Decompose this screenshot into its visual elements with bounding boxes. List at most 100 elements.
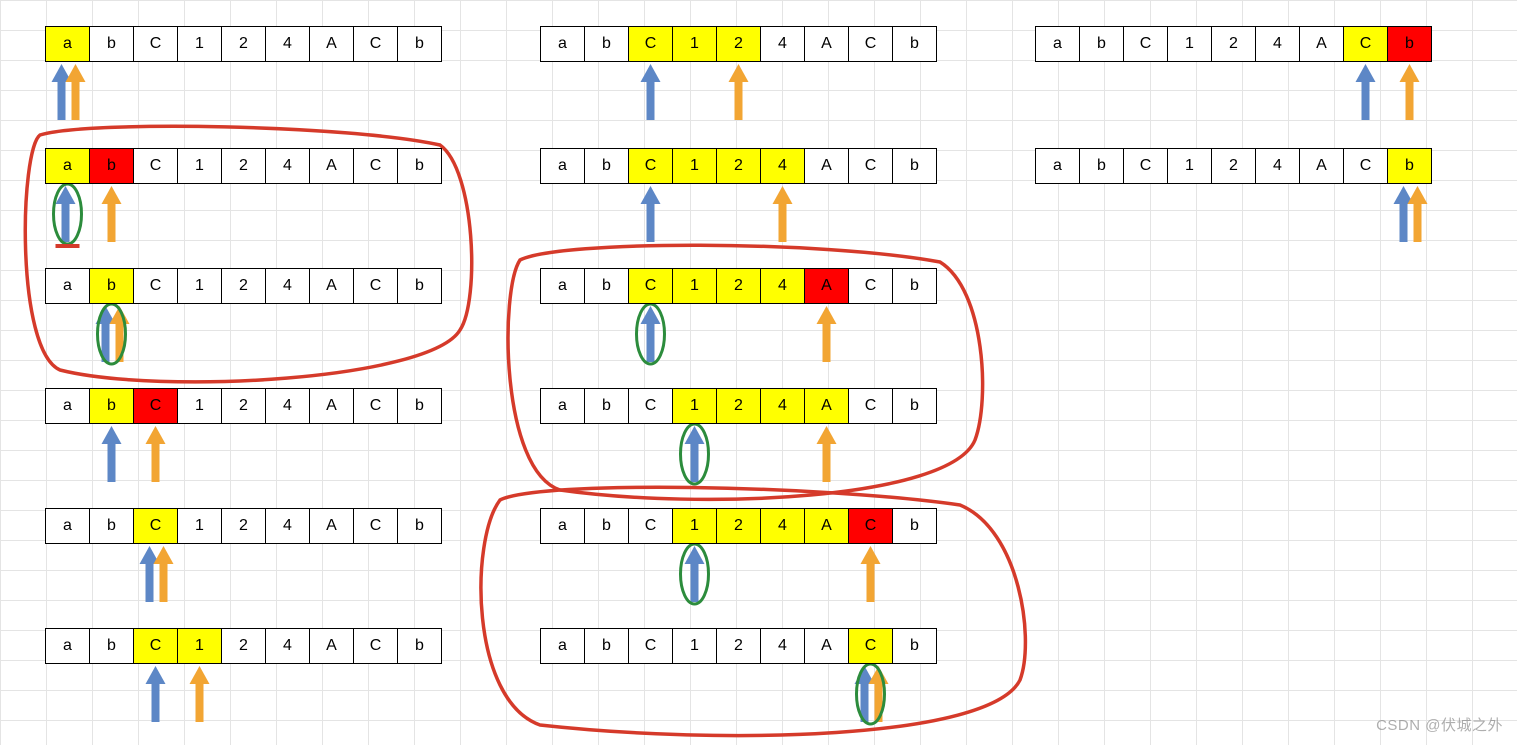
cell: b bbox=[892, 628, 937, 664]
green-circle-annotation bbox=[681, 424, 709, 484]
cell: 1 bbox=[672, 26, 717, 62]
blue-pointer-arrow bbox=[641, 186, 661, 242]
cell: 4 bbox=[265, 628, 310, 664]
cell: 1 bbox=[672, 388, 717, 424]
cell: b bbox=[89, 148, 134, 184]
cell: 4 bbox=[265, 26, 310, 62]
cell: C bbox=[133, 26, 178, 62]
cell: C bbox=[133, 388, 178, 424]
row-L0: abC124ACb bbox=[45, 26, 442, 62]
cell: b bbox=[584, 508, 629, 544]
row-L3: abC124ACb bbox=[45, 388, 442, 424]
row-M2: abC124ACb bbox=[540, 268, 937, 304]
green-circle-annotation bbox=[857, 664, 885, 724]
cell: 1 bbox=[177, 268, 222, 304]
cell: b bbox=[584, 268, 629, 304]
cell: a bbox=[1035, 26, 1080, 62]
row-M0: abC124ACb bbox=[540, 26, 937, 62]
cell: b bbox=[89, 388, 134, 424]
cell: a bbox=[540, 26, 585, 62]
cell: A bbox=[309, 628, 354, 664]
cell: 2 bbox=[221, 148, 266, 184]
cell: C bbox=[848, 388, 893, 424]
blue-pointer-arrow bbox=[685, 426, 705, 482]
cell: C bbox=[353, 508, 398, 544]
row-L1: abC124ACb bbox=[45, 148, 442, 184]
row-M4: abC124ACb bbox=[540, 508, 937, 544]
cell: b bbox=[397, 628, 442, 664]
cell: 2 bbox=[716, 628, 761, 664]
cell: b bbox=[89, 26, 134, 62]
blue-pointer-arrow bbox=[52, 64, 72, 120]
cell: 4 bbox=[1255, 26, 1300, 62]
cell: a bbox=[540, 148, 585, 184]
cell: C bbox=[628, 628, 673, 664]
cell: b bbox=[397, 388, 442, 424]
cell: b bbox=[397, 26, 442, 62]
cell: C bbox=[353, 628, 398, 664]
cell: a bbox=[45, 26, 90, 62]
cell: C bbox=[353, 268, 398, 304]
cell: 1 bbox=[177, 508, 222, 544]
cell: b bbox=[1387, 26, 1432, 62]
cell: 4 bbox=[265, 148, 310, 184]
cell: A bbox=[804, 26, 849, 62]
cell: b bbox=[1079, 148, 1124, 184]
cell: A bbox=[804, 508, 849, 544]
cell: A bbox=[309, 26, 354, 62]
cell: A bbox=[309, 148, 354, 184]
orange-pointer-arrow bbox=[1408, 186, 1428, 242]
cell: 2 bbox=[221, 508, 266, 544]
cell: 4 bbox=[760, 508, 805, 544]
cell: b bbox=[584, 388, 629, 424]
cell: 4 bbox=[760, 148, 805, 184]
cell: 1 bbox=[672, 148, 717, 184]
cell: b bbox=[397, 508, 442, 544]
orange-pointer-arrow bbox=[110, 306, 130, 362]
cell: C bbox=[628, 388, 673, 424]
cell: 2 bbox=[716, 148, 761, 184]
cell: b bbox=[892, 268, 937, 304]
orange-pointer-arrow bbox=[817, 426, 837, 482]
blue-pointer-arrow bbox=[1394, 186, 1414, 242]
cell: C bbox=[353, 148, 398, 184]
cell: 1 bbox=[672, 628, 717, 664]
cell: C bbox=[133, 508, 178, 544]
orange-pointer-arrow bbox=[773, 186, 793, 242]
cell: A bbox=[804, 268, 849, 304]
cell: 4 bbox=[1255, 148, 1300, 184]
cell: a bbox=[45, 388, 90, 424]
orange-pointer-arrow bbox=[66, 64, 86, 120]
orange-pointer-arrow bbox=[154, 546, 174, 602]
cell: 4 bbox=[760, 388, 805, 424]
cell: C bbox=[1343, 148, 1388, 184]
cell: 2 bbox=[716, 26, 761, 62]
cell: b bbox=[584, 628, 629, 664]
cell: C bbox=[848, 628, 893, 664]
green-circle-annotation bbox=[637, 304, 665, 364]
blue-pointer-arrow bbox=[56, 186, 76, 242]
cell: b bbox=[892, 508, 937, 544]
cell: 2 bbox=[1211, 26, 1256, 62]
cell: C bbox=[628, 26, 673, 62]
orange-pointer-arrow bbox=[146, 426, 166, 482]
cell: 1 bbox=[177, 148, 222, 184]
cell: 4 bbox=[265, 388, 310, 424]
cell: 4 bbox=[265, 268, 310, 304]
cell: A bbox=[309, 388, 354, 424]
orange-pointer-arrow bbox=[817, 306, 837, 362]
cell: C bbox=[848, 148, 893, 184]
diagram-stage: CSDN @伏城之外 abC124ACbabC124ACbabC124ACbab… bbox=[0, 0, 1517, 745]
cell: 2 bbox=[221, 268, 266, 304]
blue-pointer-arrow bbox=[855, 666, 875, 722]
cell: a bbox=[1035, 148, 1080, 184]
row-L4: abC124ACb bbox=[45, 508, 442, 544]
cell: b bbox=[89, 508, 134, 544]
blue-pointer-arrow bbox=[1356, 64, 1376, 120]
cell: 2 bbox=[221, 388, 266, 424]
cell: C bbox=[628, 268, 673, 304]
cell: 2 bbox=[221, 628, 266, 664]
cell: b bbox=[892, 388, 937, 424]
cell: C bbox=[133, 628, 178, 664]
cell: b bbox=[1387, 148, 1432, 184]
